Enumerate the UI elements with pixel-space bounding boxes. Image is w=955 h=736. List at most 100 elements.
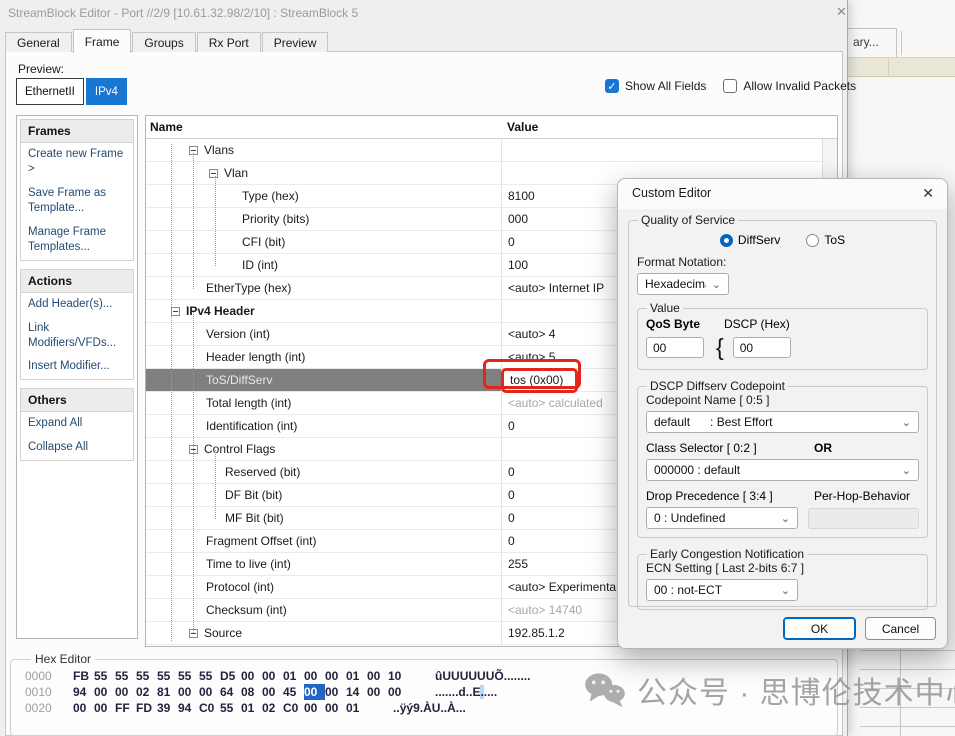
cancel-button[interactable]: Cancel [865,617,936,640]
hex-byte[interactable]: 02 [136,684,157,700]
per-hop-behavior-field [808,508,919,529]
hex-byte[interactable]: 08 [241,684,262,700]
dscp-codepoint-title: DSCP Diffserv Codepoint [647,379,788,393]
hex-byte[interactable]: 45 [283,684,304,700]
hex-byte[interactable]: 55 [178,668,199,684]
hex-byte[interactable]: FF [115,700,136,716]
hex-byte[interactable]: 55 [199,668,220,684]
hex-byte[interactable]: 01 [346,700,367,716]
diffserv-radio[interactable]: DiffServ [720,233,780,247]
hex-byte[interactable]: 00 [367,668,388,684]
hex-ascii: ..ÿý9.ÀU..À... [393,700,466,716]
background-toolbar-divider [888,57,889,77]
hex-byte[interactable]: 10 [388,668,409,684]
ecn-setting-select[interactable]: 00 : not-ECT ⌄ [646,579,798,601]
sidebar: FramesCreate new Frame >Save Frame as Te… [16,115,138,639]
hex-byte[interactable]: D5 [220,668,241,684]
tree-guide-line [193,312,194,633]
hex-byte[interactable]: FD [136,700,157,716]
value-group: Value QoS Byte DSCP (Hex) 00 { 00 [637,301,928,370]
hex-byte[interactable]: 00 [94,700,115,716]
hex-byte[interactable]: 00 [241,668,262,684]
sidebar-item-manage-frame-templates[interactable]: Manage Frame Templates... [21,221,133,260]
sidebar-group-title: Others [21,389,133,412]
hex-byte[interactable]: 00 [199,684,220,700]
radio-icon [806,234,819,247]
hex-byte[interactable]: 55 [220,700,241,716]
sidebar-item-add-header-s[interactable]: Add Header(s)... [21,293,133,317]
ethernetii-button[interactable]: EthernetII [16,78,84,105]
qos-byte-input[interactable]: 00 [646,337,704,358]
hex-byte[interactable]: 01 [346,668,367,684]
allow-invalid-packets-checkbox[interactable]: Allow Invalid Packets [723,79,856,93]
tab-frame[interactable]: Frame [73,29,132,53]
window-close-icon[interactable]: ✕ [836,4,847,20]
hex-byte[interactable]: FB [73,668,94,684]
background-tab-button[interactable]: ary... [845,28,897,57]
expander-icon[interactable] [209,169,218,178]
hex-byte[interactable]: 94 [73,684,94,700]
dialog-close-icon[interactable]: ✕ [922,185,934,202]
hex-byte[interactable]: 02 [262,700,283,716]
tree-guide-line [193,153,194,289]
qos-mode-radios: DiffServ ToS [637,233,928,247]
tree-guide-line [171,144,172,641]
hex-byte[interactable]: 00 [262,684,283,700]
tab-groups[interactable]: Groups [132,32,195,52]
hex-byte[interactable]: C0 [283,700,304,716]
hex-byte[interactable]: 55 [94,668,115,684]
preview-label: Preview: [18,62,64,76]
hex-byte[interactable]: 00 [304,700,325,716]
hex-byte[interactable]: 94 [178,700,199,716]
ok-button[interactable]: OK [783,617,856,640]
background-table-line [860,650,955,651]
background-tab-separator [901,31,902,55]
titlebar: StreamBlock Editor - Port //2/9 [10.61.3… [0,0,848,28]
hex-byte[interactable]: 55 [136,668,157,684]
tree-row-vlans[interactable]: Vlans [146,139,837,162]
hex-byte[interactable]: 00 [73,700,94,716]
hex-byte[interactable]: 81 [157,684,178,700]
hex-byte[interactable]: 00 [304,668,325,684]
hex-byte[interactable]: 39 [157,700,178,716]
hex-byte[interactable]: C0 [199,700,220,716]
hex-byte[interactable]: 00 [304,684,325,700]
hex-byte[interactable]: 00 [388,684,409,700]
hex-byte[interactable]: 00 [262,668,283,684]
hex-byte[interactable]: 00 [94,684,115,700]
show-all-fields-checkbox[interactable]: ✓Show All Fields [605,79,706,93]
hex-byte[interactable]: 00 [325,668,346,684]
hex-byte[interactable]: 00 [325,684,346,700]
dialog-title: Custom Editor [632,186,711,200]
sidebar-item-link-modifiers-vfds[interactable]: Link Modifiers/VFDs... [21,317,133,356]
hex-byte[interactable]: 01 [241,700,262,716]
hex-byte[interactable]: 00 [115,684,136,700]
hex-byte[interactable]: 01 [283,668,304,684]
class-selector-select[interactable]: 000000 : default ⌄ [646,459,919,481]
sidebar-group-actions: ActionsAdd Header(s)...Link Modifiers/VF… [20,269,134,381]
hex-byte[interactable]: 00 [325,700,346,716]
drop-precedence-select[interactable]: 0 : Undefined ⌄ [646,507,798,529]
hex-byte[interactable]: 00 [367,684,388,700]
expander-icon[interactable] [171,307,180,316]
tos-radio[interactable]: ToS [806,233,845,247]
hex-byte[interactable]: 55 [115,668,136,684]
codepoint-name-select[interactable]: default : Best Effort ⌄ [646,411,919,433]
hex-byte[interactable]: 14 [346,684,367,700]
tab-rx-port[interactable]: Rx Port [197,32,261,52]
sidebar-item-expand-all[interactable]: Expand All [21,412,133,436]
sidebar-item-save-frame-as-template[interactable]: Save Frame as Template... [21,182,133,221]
hex-byte[interactable]: 00 [178,684,199,700]
tab-preview[interactable]: Preview [262,32,329,52]
sidebar-item-insert-modifier[interactable]: Insert Modifier... [21,355,133,379]
hex-byte[interactable]: 55 [157,668,178,684]
hex-byte[interactable]: 64 [220,684,241,700]
ipv4-button[interactable]: IPv4 [86,78,127,105]
sidebar-item-collapse-all[interactable]: Collapse All [21,436,133,460]
dscp-hex-input[interactable]: 00 [733,337,791,358]
dscp-codepoint-group: DSCP Diffserv Codepoint Codepoint Name [… [637,379,928,538]
quality-of-service-title: Quality of Service [638,213,738,227]
tab-general[interactable]: General [5,32,72,52]
sidebar-item-create-new-frame[interactable]: Create new Frame > [21,143,133,182]
format-notation-select[interactable]: Hexadecimal ⌄ [637,273,729,295]
